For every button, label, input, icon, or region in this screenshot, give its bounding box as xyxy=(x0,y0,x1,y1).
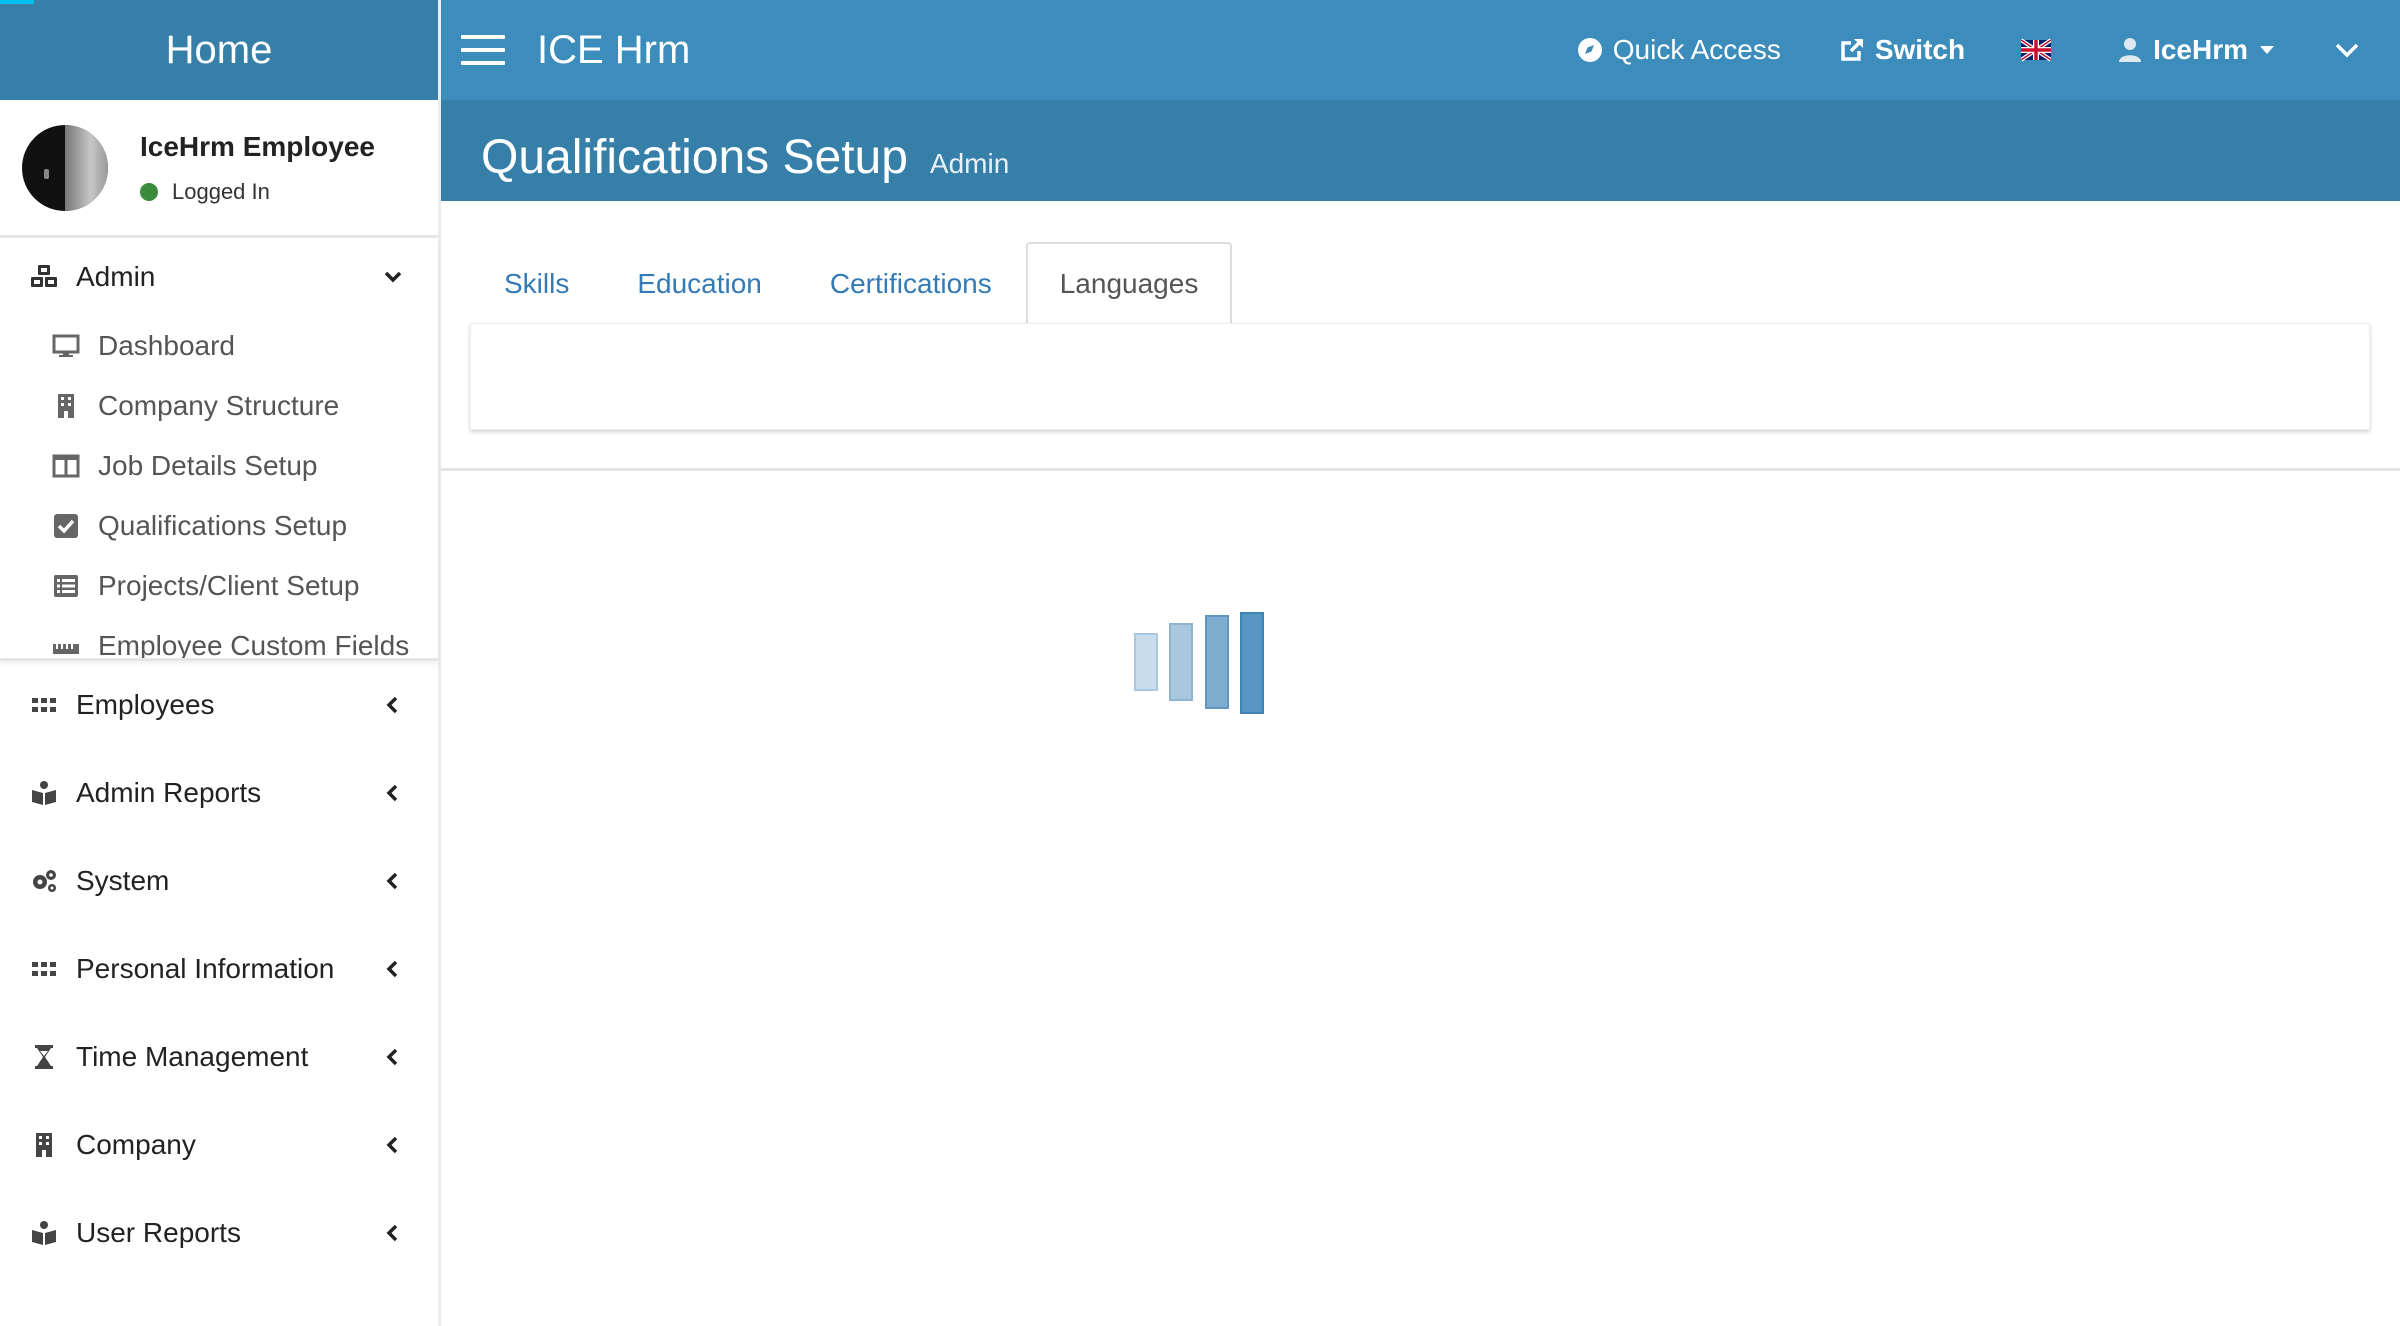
submenu-item-label: Qualifications Setup xyxy=(98,510,348,541)
chevron-left-icon xyxy=(382,1134,404,1156)
tab-education[interactable]: Education xyxy=(603,242,796,324)
switch-button[interactable]: Switch xyxy=(1809,0,1993,100)
submenu-item-company-structure[interactable]: Company Structure xyxy=(0,376,438,436)
cubes-icon xyxy=(30,263,58,291)
sidebar-menu: Employees Admin Reports System Personal … xyxy=(0,661,438,1277)
chevron-left-icon xyxy=(382,870,404,892)
chevron-left-icon xyxy=(382,694,404,716)
chevron-down-icon[interactable] xyxy=(2330,33,2364,67)
menu-label: Company xyxy=(76,1129,196,1160)
menu-company[interactable]: Company xyxy=(0,1101,438,1189)
menu-label: User Reports xyxy=(76,1217,241,1248)
menu-admin-reports[interactable]: Admin Reports xyxy=(0,749,438,837)
content-header: Qualifications Setup Admin xyxy=(441,100,2400,201)
tab-certifications[interactable]: Certifications xyxy=(796,242,1026,324)
admin-submenu: Dashboard Company Structure Job Details … xyxy=(0,316,438,661)
quick-access-button[interactable]: Quick Access xyxy=(1547,0,1809,100)
chevron-left-icon xyxy=(382,1046,404,1068)
menu-user-reports[interactable]: User Reports xyxy=(0,1189,438,1277)
list-icon xyxy=(52,572,80,600)
menu-employees[interactable]: Employees xyxy=(0,661,438,749)
monitor-icon xyxy=(52,332,80,360)
sidebar: Home IceHrm Employee Logged In Admin Das… xyxy=(0,0,441,1326)
menu-personal-information[interactable]: Personal Information xyxy=(0,925,438,1013)
top-navigation: Quick Access Switch IceHrm xyxy=(1547,0,2400,100)
brand-label: Home xyxy=(165,27,273,72)
user-status-label: Logged In xyxy=(172,178,270,204)
menu-label: Personal Information xyxy=(76,953,335,984)
hourglass-icon xyxy=(30,1043,58,1071)
grid-icon xyxy=(30,691,58,719)
avatar xyxy=(22,124,108,211)
submenu-item-label: Company Structure xyxy=(98,390,340,421)
user-name: IceHrm Employee xyxy=(140,130,375,162)
chevron-left-icon xyxy=(382,958,404,980)
submenu-item-qualifications-setup[interactable]: Qualifications Setup xyxy=(0,496,438,556)
user-icon xyxy=(2115,35,2153,65)
home-link[interactable]: Home xyxy=(0,0,438,100)
tab-content-panel xyxy=(470,323,2370,430)
submenu-item-label: Dashboard xyxy=(98,330,235,361)
menu-label: Time Management xyxy=(76,1041,309,1072)
book-icon xyxy=(30,1219,58,1247)
quick-access-label: Quick Access xyxy=(1612,34,1781,65)
tab-skills[interactable]: Skills xyxy=(470,242,603,324)
caret-down-icon xyxy=(2260,46,2274,54)
topbar: ICE Hrm Quick Access Switch IceHrm xyxy=(441,0,2400,100)
uk-flag-icon xyxy=(2021,38,2052,62)
columns-icon xyxy=(52,452,80,480)
submenu-item-dashboard[interactable]: Dashboard xyxy=(0,316,438,376)
submenu-item-label: Projects/Client Setup xyxy=(98,570,360,601)
page-subtitle: Admin xyxy=(929,148,1010,179)
external-link-icon xyxy=(1837,35,1875,65)
menu-toggle-icon[interactable] xyxy=(461,35,505,65)
user-menu-label: IceHrm xyxy=(2153,34,2248,65)
submenu-item-label: Job Details Setup xyxy=(98,450,318,481)
gears-icon xyxy=(30,867,58,895)
page-title: Qualifications Setup xyxy=(481,131,908,184)
menu-system[interactable]: System xyxy=(0,837,438,925)
building-icon xyxy=(30,1131,58,1159)
menu-label: Admin Reports xyxy=(76,777,262,808)
online-status-icon xyxy=(140,182,158,201)
app-title: ICE Hrm xyxy=(537,27,691,72)
submenu-item-label: Employee Custom Fields xyxy=(98,630,410,661)
switch-label: Switch xyxy=(1874,34,1966,65)
chevron-left-icon xyxy=(382,782,404,804)
check-square-icon xyxy=(52,512,80,540)
tab-bar: Skills Education Certifications Language… xyxy=(470,242,1233,324)
chevron-left-icon xyxy=(382,1222,404,1244)
user-menu[interactable]: IceHrm xyxy=(2087,0,2302,100)
admin-menu-section: Admin Dashboard Company Structure Job De… xyxy=(0,238,438,661)
brand-accent xyxy=(0,0,34,4)
menu-label: Employees xyxy=(76,689,215,720)
grid-icon xyxy=(30,955,58,983)
menu-admin[interactable]: Admin xyxy=(0,238,438,316)
loading-spinner-icon xyxy=(1134,612,1266,714)
submenu-item-projects-client-setup[interactable]: Projects/Client Setup xyxy=(0,556,438,616)
user-panel: IceHrm Employee Logged In xyxy=(0,100,438,238)
language-selector[interactable] xyxy=(1993,0,2087,100)
menu-time-management[interactable]: Time Management xyxy=(0,1013,438,1101)
ruler-icon xyxy=(52,632,80,658)
user-status: Logged In xyxy=(140,179,375,205)
submenu-item-job-details-setup[interactable]: Job Details Setup xyxy=(0,436,438,496)
submenu-item-employee-custom-fields[interactable]: Employee Custom Fields xyxy=(0,616,438,661)
menu-label: System xyxy=(76,865,170,896)
menu-admin-label: Admin xyxy=(76,261,156,292)
tab-languages[interactable]: Languages xyxy=(1025,242,1233,324)
content-divider xyxy=(441,468,2400,471)
building-icon xyxy=(52,392,80,420)
book-icon xyxy=(30,779,58,807)
compass-icon xyxy=(1575,35,1613,65)
chevron-down-icon xyxy=(382,266,404,288)
